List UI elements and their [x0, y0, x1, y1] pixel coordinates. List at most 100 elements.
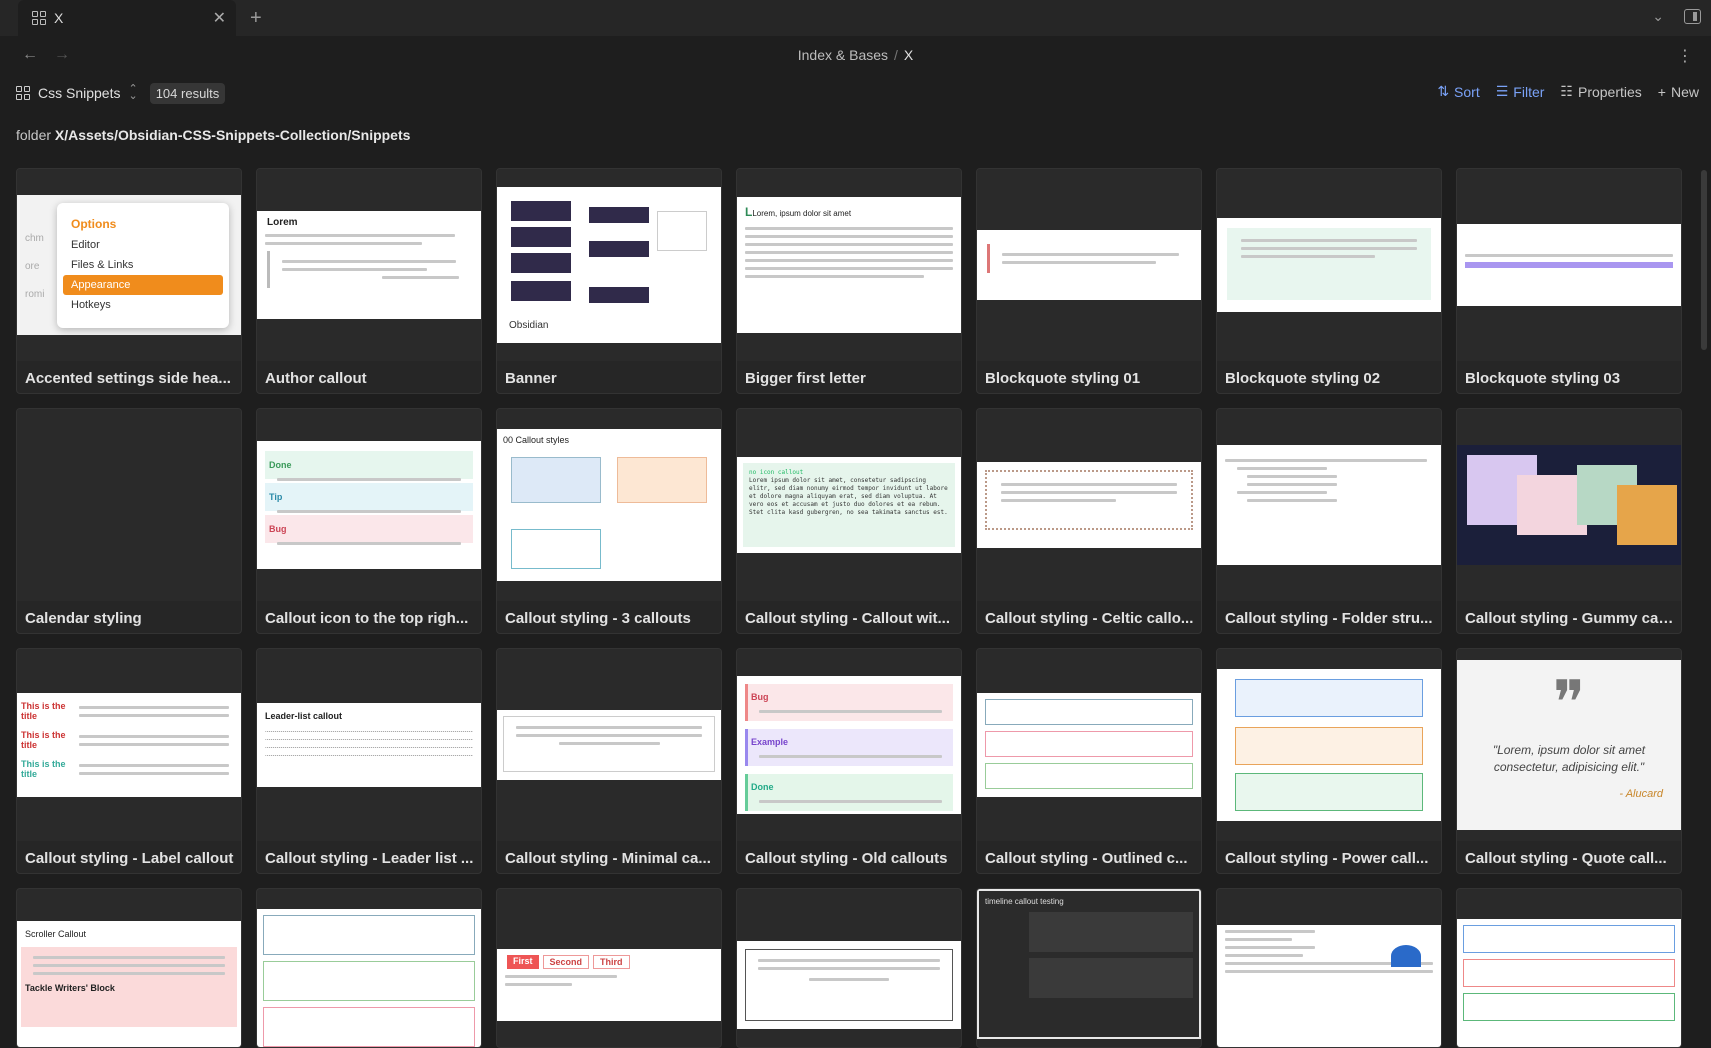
thumbnail: This is the title This is the title This… — [17, 693, 241, 797]
card-cover: Leader-list callout — [257, 649, 481, 841]
card-title: Calendar styling — [25, 610, 142, 627]
tab-title: X — [54, 10, 64, 26]
card[interactable]: Callout styling - Power call... — [1216, 648, 1442, 874]
card[interactable]: Blockquote styling 03 — [1456, 168, 1682, 394]
card[interactable]: Callout styling - Outlined c... — [976, 648, 1202, 874]
card[interactable]: Blockquote styling 02 — [1216, 168, 1442, 394]
chevron-down-icon[interactable]: ⌄ — [1652, 8, 1664, 25]
thumbnail — [977, 230, 1201, 300]
card[interactable]: Lorem Author callout — [256, 168, 482, 394]
card-title: Callout styling - 3 callouts — [505, 610, 691, 627]
thumbnail — [1217, 445, 1441, 565]
properties-label: Properties — [1577, 83, 1642, 100]
card[interactable]: no icon callout Lorem ipsum dolor sit am… — [736, 408, 962, 634]
forward-arrow-icon[interactable]: → — [54, 46, 70, 64]
card[interactable]: Scroller Callout Tackle Writers' Block — [16, 888, 242, 1048]
thumbnail: Bug Example Done — [737, 676, 961, 814]
thumbnail: Leader-list callout — [257, 703, 481, 787]
card-cover: no icon callout Lorem ipsum dolor sit am… — [737, 409, 961, 601]
tab-bar: X ✕ + ⌄ — [0, 0, 1711, 36]
base-toolbar: Css Snippets ⌃ ⌄ 104 results ⇅ Sort ☰ Filte… — [0, 74, 1711, 112]
card[interactable]: Calendar styling — [16, 408, 242, 634]
card[interactable]: 00 Callout styles Callout styling - 3 ca… — [496, 408, 722, 634]
card-title: Callout styling - Old callouts — [745, 850, 948, 867]
card-title: Callout styling - Leader list ... — [265, 850, 474, 867]
thumbnail: no icon callout Lorem ipsum dolor sit am… — [737, 457, 961, 553]
card[interactable]: Callout styling - Gummy cal... — [1456, 408, 1682, 634]
card[interactable]: Leader-list callout Callout styling - Le… — [256, 648, 482, 874]
breadcrumb-parent[interactable]: Index & Bases — [798, 47, 888, 63]
card-title: Blockquote styling 03 — [1465, 370, 1621, 387]
view-selector[interactable]: Css Snippets ⌃ ⌄ — [16, 84, 138, 102]
thumbnail: timeline callout testing — [977, 889, 1201, 1039]
back-arrow-icon[interactable]: ← — [22, 46, 38, 64]
card[interactable] — [256, 888, 482, 1048]
sort-label: Sort — [1454, 83, 1480, 100]
sidebar-toggle-icon[interactable] — [1684, 9, 1701, 24]
list-icon: ☷ — [1560, 83, 1573, 99]
breadcrumb-separator: / — [894, 47, 898, 63]
card[interactable]: Obsidian Banner — [496, 168, 722, 394]
card[interactable] — [1456, 888, 1682, 1048]
thumbnail — [1217, 218, 1441, 312]
sort-button[interactable]: ⇅ Sort — [1437, 83, 1479, 100]
card-title: Blockquote styling 01 — [985, 370, 1141, 387]
new-button[interactable]: + New — [1658, 83, 1699, 100]
view-header: ← → Index & Bases / X ⋮ — [0, 36, 1711, 74]
filter-button[interactable]: ☰ Filter — [1496, 83, 1545, 100]
card-cover — [497, 649, 721, 841]
card[interactable] — [1216, 888, 1442, 1048]
card[interactable]: Bug Example Done Callout styling - Old c… — [736, 648, 962, 874]
thumbnail: ❞ "Lorem, ipsum dolor sit amet consectet… — [1457, 660, 1681, 830]
card-title: Callout styling - Label callout — [25, 850, 234, 867]
scrollbar[interactable] — [1701, 170, 1707, 350]
card[interactable]: Callout styling - Celtic callo... — [976, 408, 1202, 634]
card[interactable]: Callout styling - Minimal ca... — [496, 648, 722, 874]
card-cover — [1217, 169, 1441, 361]
card[interactable]: Done Tip Bug Callout icon to the top rig… — [256, 408, 482, 634]
thumbnail — [1457, 919, 1681, 1047]
close-icon[interactable]: ✕ — [213, 8, 226, 28]
card-cover: Bug Example Done — [737, 649, 961, 841]
thumbnail — [1457, 445, 1681, 565]
card-cover: Done Tip Bug — [257, 409, 481, 601]
thumbnail — [1217, 669, 1441, 821]
thumbnail — [1457, 224, 1681, 306]
card[interactable]: LLorem, ipsum dolor sit amet Bigger firs… — [736, 168, 962, 394]
obsidian-logo: Obsidian — [509, 320, 549, 331]
card-cover: This is the title This is the title This… — [17, 649, 241, 841]
card-title: Callout styling - Callout wit... — [745, 610, 950, 627]
card-cover — [1457, 169, 1681, 361]
properties-button[interactable]: ☷ Properties — [1560, 83, 1641, 100]
filter-icon: ☰ — [1495, 83, 1509, 99]
tab-active[interactable]: X ✕ — [18, 0, 236, 36]
card[interactable]: This is the title This is the title This… — [16, 648, 242, 874]
card-title: Bigger first letter — [745, 370, 866, 387]
card-title: Banner — [505, 370, 557, 387]
card[interactable] — [736, 888, 962, 1048]
sort-icon: ⇅ — [1437, 83, 1450, 99]
thumbnail — [497, 710, 721, 780]
thumbnail — [257, 909, 481, 1047]
card-cover: Lorem — [257, 169, 481, 361]
card-title: Author callout — [265, 370, 367, 387]
new-tab-icon[interactable]: + — [250, 7, 262, 30]
thumbnail: Scroller Callout Tackle Writers' Block — [17, 921, 241, 1047]
breadcrumb-current[interactable]: X — [904, 47, 913, 63]
card-title: Callout icon to the top righ... — [265, 610, 469, 627]
card[interactable]: chm ore romi Options Editor Files & Link… — [16, 168, 242, 394]
card[interactable]: Blockquote styling 01 — [976, 168, 1202, 394]
filter-summary[interactable]: folder X/Assets/Obsidian-CSS-Snippets-Co… — [0, 112, 1711, 146]
card-cover — [1217, 409, 1441, 601]
cards-grid-row4: Scroller Callout Tackle Writers' Block F… — [16, 888, 1688, 1048]
more-options-icon[interactable]: ⋮ — [1677, 46, 1693, 66]
card-title: Accented settings side hea... — [25, 370, 231, 387]
card[interactable]: Callout styling - Folder stru... — [1216, 408, 1442, 634]
card-cover: chm ore romi Options Editor Files & Link… — [17, 169, 241, 361]
card[interactable]: timeline callout testing — [976, 888, 1202, 1048]
thumbnail: chm ore romi Options Editor Files & Link… — [17, 195, 241, 335]
card[interactable]: ❞ "Lorem, ipsum dolor sit amet consectet… — [1456, 648, 1682, 874]
card[interactable]: First Second Third — [496, 888, 722, 1048]
results-count-badge: 104 results — [149, 82, 226, 104]
thumbnail — [977, 462, 1201, 548]
